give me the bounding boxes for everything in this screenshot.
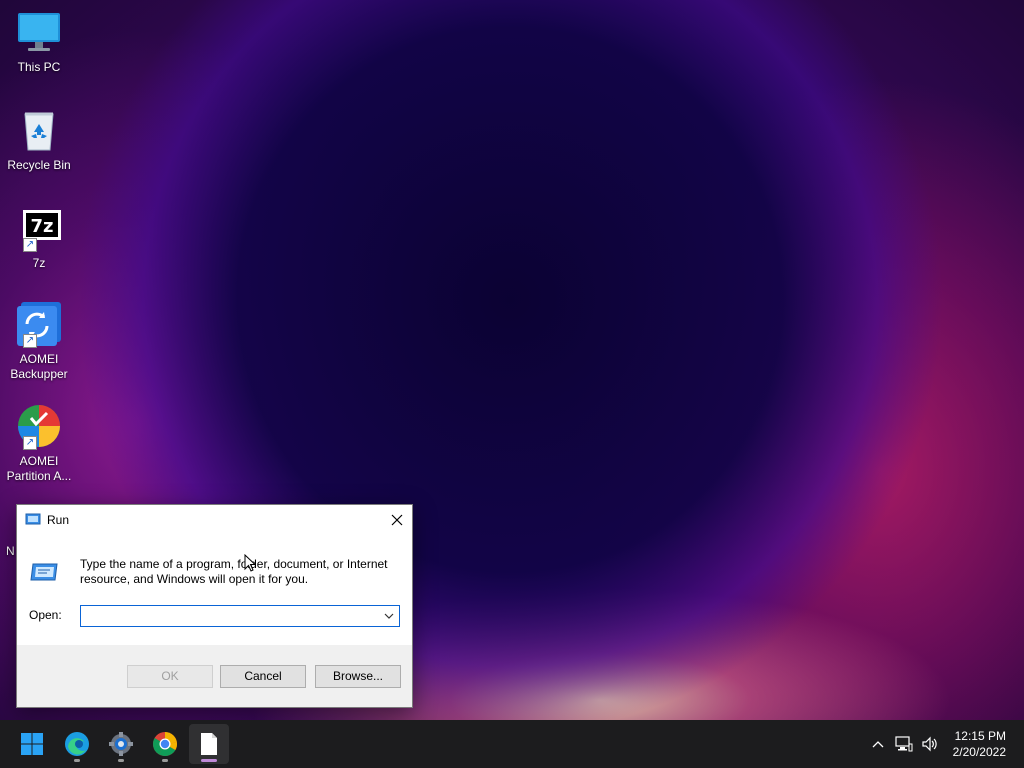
aomei-backupper-icon: ↗ [15, 300, 63, 348]
monitor-icon [15, 8, 63, 56]
cancel-button[interactable]: Cancel [220, 665, 306, 688]
chevron-down-icon[interactable] [381, 608, 397, 624]
volume-icon[interactable] [917, 720, 943, 768]
close-icon [391, 514, 403, 526]
taskbar-run[interactable] [189, 724, 229, 764]
open-label: Open: [29, 608, 62, 622]
taskbar-chrome[interactable] [145, 724, 185, 764]
desktop-icon-label: 7z [32, 256, 46, 270]
run-program-icon [29, 561, 59, 586]
7zip-icon: 7z ↗ [15, 204, 63, 252]
recycle-bin-icon [15, 106, 63, 154]
running-indicator [201, 759, 217, 762]
running-indicator [74, 759, 80, 762]
windows-logo-icon [21, 733, 43, 755]
dialog-footer: OK Cancel Browse... [17, 645, 412, 707]
chrome-icon [153, 732, 177, 757]
start-button[interactable] [12, 724, 52, 764]
clock-date: 2/20/2022 [952, 745, 1006, 759]
desktop-icon-this-pc[interactable]: This PC [4, 8, 74, 75]
mouse-cursor-icon [244, 554, 256, 572]
browse-button[interactable]: Browse... [315, 665, 401, 688]
open-combobox[interactable] [80, 605, 400, 627]
desktop-icon-label: Recycle Bin [7, 158, 71, 172]
aomei-partition-icon: ↗ [15, 402, 63, 450]
edge-icon [65, 732, 89, 756]
desktop-icon-label: N [6, 544, 15, 558]
close-button[interactable] [382, 505, 412, 535]
taskbar-settings[interactable] [101, 724, 141, 764]
desktop-icon-label: AOMEI Backupper [10, 352, 68, 381]
taskbar: 12:15 PM 2/20/2022 [0, 720, 1024, 768]
chevron-up-icon[interactable] [865, 720, 891, 768]
desktop-icon-aomei-partition[interactable]: ↗ AOMEI Partition A... [4, 402, 74, 484]
dialog-body: Type the name of a program, folder, docu… [17, 535, 412, 647]
dialog-description: Type the name of a program, folder, docu… [80, 557, 388, 586]
run-icon [25, 512, 41, 529]
network-icon[interactable] [891, 720, 917, 768]
taskbar-edge[interactable] [57, 724, 97, 764]
desktop-icon-recycle-bin[interactable]: Recycle Bin [4, 106, 74, 173]
shortcut-arrow-icon: ↗ [23, 238, 37, 252]
run-dialog: Run Type the name of a program, folder, … [16, 504, 413, 708]
shortcut-arrow-icon: ↗ [23, 334, 37, 348]
shortcut-arrow-icon: ↗ [23, 436, 37, 450]
open-input[interactable] [81, 606, 375, 626]
document-icon [201, 733, 217, 755]
desktop-icon-7z[interactable]: 7z ↗ 7z [4, 204, 74, 271]
desktop-icon-label: This PC [17, 60, 61, 74]
running-indicator [162, 759, 168, 762]
settings-gear-icon [109, 732, 133, 756]
dialog-title: Run [47, 513, 70, 527]
clock-time: 12:15 PM [954, 729, 1006, 743]
desktop-icon-label: AOMEI Partition A... [6, 454, 72, 483]
clock[interactable]: 12:15 PM 2/20/2022 [943, 728, 1024, 760]
system-tray: 12:15 PM 2/20/2022 [865, 720, 1024, 768]
dialog-titlebar[interactable]: Run [17, 505, 412, 535]
running-indicator [118, 759, 124, 762]
ok-button[interactable]: OK [127, 665, 213, 688]
7zip-glyph: 7z [30, 216, 53, 237]
desktop-icon-aomei-backupper[interactable]: ↗ AOMEI Backupper [4, 300, 74, 382]
